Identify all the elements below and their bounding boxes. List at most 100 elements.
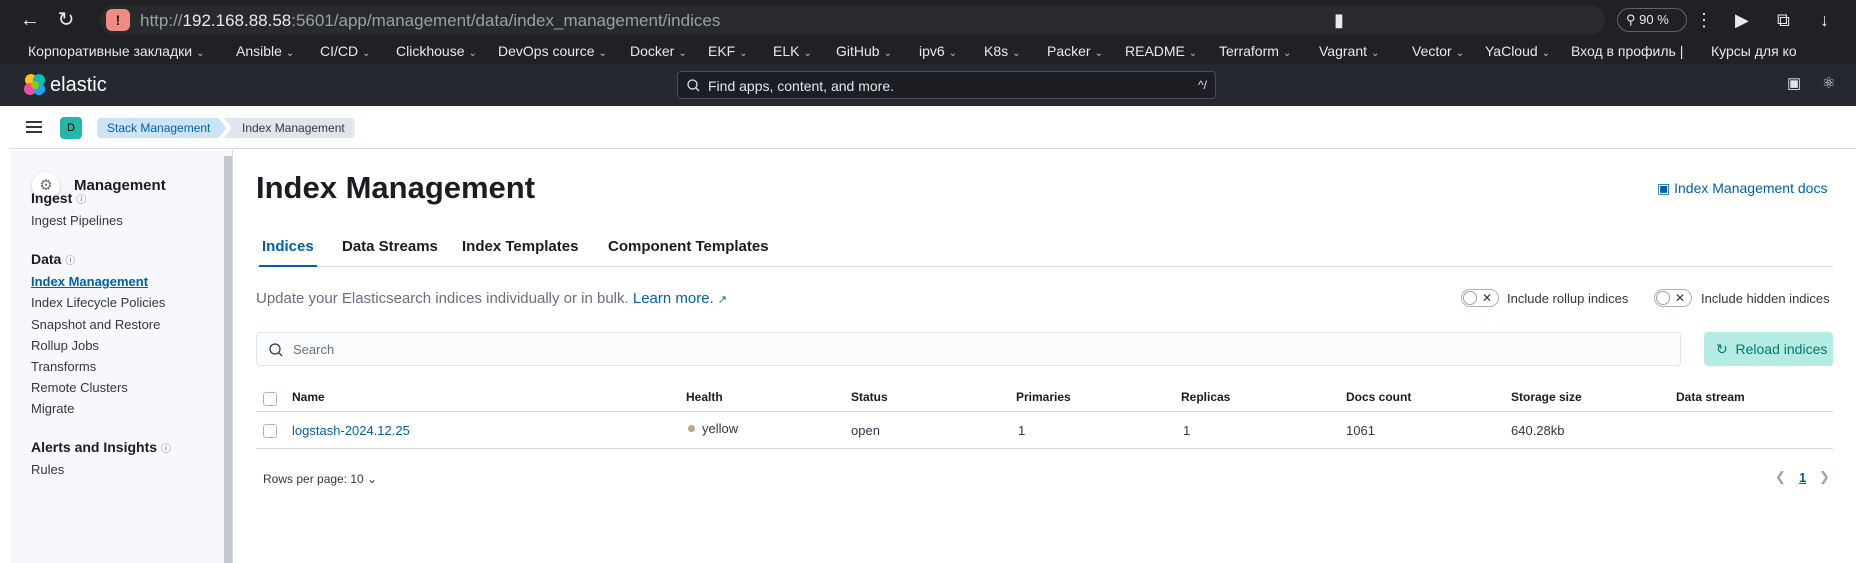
include-rollup-toggle[interactable]: ✕ <box>1461 289 1499 307</box>
column-header-replicas[interactable]: Replicas <box>1181 390 1230 404</box>
sidenav-scrollbar[interactable] <box>224 156 232 563</box>
sidebar-item-index-management[interactable]: Index Management <box>31 274 148 289</box>
column-header-data-stream[interactable]: Data stream <box>1676 390 1745 404</box>
chevron-down-icon: ⌄ <box>1012 48 1021 59</box>
search-icon <box>687 79 700 92</box>
bookmark-folder[interactable]: GitHub ⌄ <box>836 43 892 59</box>
chevron-right-icon[interactable]: ❯ <box>1819 469 1830 485</box>
page-number-button[interactable]: 1 <box>1799 470 1806 485</box>
refresh-icon: ↻ <box>1716 341 1728 357</box>
bookmark-folder[interactable]: ELK ⌄ <box>773 43 812 59</box>
column-header-storage-size[interactable]: Storage size <box>1511 390 1582 404</box>
back-arrow-icon[interactable]: ← <box>16 6 44 34</box>
chevron-down-icon: ⌄ <box>1094 48 1103 59</box>
bookmark-folder[interactable]: EKF ⌄ <box>708 43 748 59</box>
bookmark-folder[interactable]: CI/CD ⌄ <box>320 43 371 59</box>
bookmark-folder[interactable]: ipv6 ⌄ <box>919 43 957 59</box>
bookmark-folder[interactable]: YaCloud ⌄ <box>1485 43 1550 59</box>
elastic-logo-icon[interactable] <box>22 72 48 98</box>
sidebar-item-snapshot-and-restore[interactable]: Snapshot and Restore <box>31 317 160 332</box>
row-checkbox[interactable] <box>263 424 277 438</box>
index-name-link[interactable]: logstash-2024.12.25 <box>292 423 410 438</box>
column-header-docs-count[interactable]: Docs count <box>1346 390 1411 404</box>
bookmark-folder[interactable]: Docker ⌄ <box>630 43 687 59</box>
info-icon: ⓘ <box>65 256 76 267</box>
more-options-icon[interactable]: ⋮ <box>1695 8 1713 32</box>
tab-data-streams[interactable]: Data Streams <box>339 238 441 265</box>
sidebar-item-remote-clusters[interactable]: Remote Clusters <box>31 380 128 395</box>
column-header-status[interactable]: Status <box>851 390 888 404</box>
chevron-down-icon: ⌄ <box>362 48 371 59</box>
sidebar-item-migrate[interactable]: Migrate <box>31 401 74 416</box>
breadcrumb-stack-management[interactable]: Stack Management <box>97 118 226 138</box>
bookmark-star-icon[interactable]: ▮ <box>1334 8 1344 32</box>
bookmarks-bar: Корпоративные закладки ⌄ Ansible ⌄ CI/CD ⌄ Cli… <box>0 40 1856 64</box>
space-avatar[interactable]: D <box>60 117 82 139</box>
tab-component-templates[interactable]: Component Templates <box>605 238 772 265</box>
address-bar[interactable]: ! http://192.168.88.58:5601/app/manageme… <box>100 5 1605 35</box>
indices-search-input[interactable]: Search <box>256 332 1681 366</box>
docs-link[interactable]: ▣ Index Management docs <box>1657 180 1827 197</box>
logo-text[interactable]: elastic <box>50 74 107 97</box>
tab-index-templates[interactable]: Index Templates <box>459 238 581 265</box>
chevron-down-icon: ⌄ <box>739 48 748 59</box>
docs-count-cell: 1061 <box>1346 423 1375 438</box>
breadcrumb-index-management: Index Management <box>224 118 355 138</box>
bookmark-folder[interactable]: Курсы для ко <box>1711 43 1797 59</box>
bookmark-folder[interactable]: Packer ⌄ <box>1047 43 1103 59</box>
reload-indices-button[interactable]: ↻ Reload indices <box>1704 332 1833 366</box>
include-hidden-label: Include hidden indices <box>1701 291 1830 306</box>
user-menu-icon[interactable]: ⚛ <box>1822 72 1835 96</box>
rows-per-page-selector[interactable]: Rows per page: 10 ⌄ <box>263 472 377 486</box>
select-all-checkbox[interactable] <box>263 392 277 406</box>
chevron-down-icon: ⌄ <box>367 472 378 486</box>
health-status-dot <box>688 425 695 432</box>
download-icon[interactable]: ↓ <box>1820 8 1829 32</box>
chevron-down-icon: ⌄ <box>1188 48 1198 59</box>
not-secure-warning-icon[interactable]: ! <box>106 9 130 31</box>
sidebar-item-rollup-jobs[interactable]: Rollup Jobs <box>31 338 99 353</box>
table-row: logstash-2024.12.25 yellow open 1 1 1061… <box>256 413 1833 449</box>
status-cell: open <box>851 423 880 438</box>
global-search-placeholder: Find apps, content, and more. <box>708 78 894 94</box>
info-icon: ⓘ <box>161 444 172 455</box>
bookmark-folder[interactable]: Ansible ⌄ <box>236 43 294 59</box>
help-icon[interactable]: ▣ <box>1787 72 1801 96</box>
bookmark-folder[interactable]: Корпоративные закладки ⌄ <box>28 43 204 59</box>
bookmark-folder[interactable]: README ⌄ <box>1125 43 1197 59</box>
management-sidenav: ⚙ Management Ingest ⓘ Ingest Pipelines Da… <box>10 150 233 563</box>
zoom-icon: ⚲ <box>1626 12 1636 27</box>
sidebar-item-transforms[interactable]: Transforms <box>31 359 96 374</box>
intro-text: Update your Elasticsearch indices indivi… <box>256 290 728 307</box>
include-hidden-toggle[interactable]: ✕ <box>1654 289 1692 307</box>
sidebar-item-index-lifecycle-policies[interactable]: Index Lifecycle Policies <box>31 295 165 310</box>
collections-icon[interactable]: ⧉ <box>1777 8 1790 32</box>
bookmark-folder[interactable]: K8s ⌄ <box>984 43 1021 59</box>
column-header-name[interactable]: Name <box>292 390 325 404</box>
media-play-icon[interactable]: ▶ <box>1735 8 1749 32</box>
chevron-down-icon: ⌄ <box>803 48 812 59</box>
chevron-left-icon[interactable]: ❮ <box>1775 469 1786 485</box>
bookmark-folder[interactable]: DevOps cource ⌄ <box>498 43 607 59</box>
chevron-down-icon: ⌄ <box>1455 48 1465 59</box>
bookmark-folder[interactable]: Вход в профиль | <box>1571 43 1683 59</box>
reload-page-icon[interactable]: ↻ <box>52 6 80 34</box>
sidebar-item-rules[interactable]: Rules <box>31 462 64 477</box>
chevron-down-icon: ⌄ <box>598 48 607 59</box>
zoom-indicator[interactable]: ⚲ 90 % <box>1617 8 1687 32</box>
column-header-primaries[interactable]: Primaries <box>1016 390 1071 404</box>
bookmark-folder[interactable]: Clickhouse ⌄ <box>396 43 477 59</box>
pagination: ❮ 1 ❯ <box>1775 468 1835 490</box>
primaries-cell: 1 <box>1018 423 1026 438</box>
column-header-health[interactable]: Health <box>686 390 723 404</box>
bookmark-folder[interactable]: Vagrant ⌄ <box>1319 43 1379 59</box>
tab-indices[interactable]: Indices <box>259 238 317 267</box>
learn-more-link[interactable]: Learn more. ↗ <box>633 290 727 307</box>
chevron-down-icon: ⌄ <box>678 48 687 59</box>
sidebar-item-ingest-pipelines[interactable]: Ingest Pipelines <box>31 213 123 228</box>
global-search-input[interactable]: Find apps, content, and more. ^/ <box>677 71 1216 99</box>
bookmark-folder[interactable]: Terraform ⌄ <box>1219 43 1291 59</box>
bookmark-folder[interactable]: Vector ⌄ <box>1412 43 1464 59</box>
nav-group-ingest: Ingest ⓘ <box>31 190 87 206</box>
hamburger-menu-icon[interactable] <box>24 117 44 137</box>
